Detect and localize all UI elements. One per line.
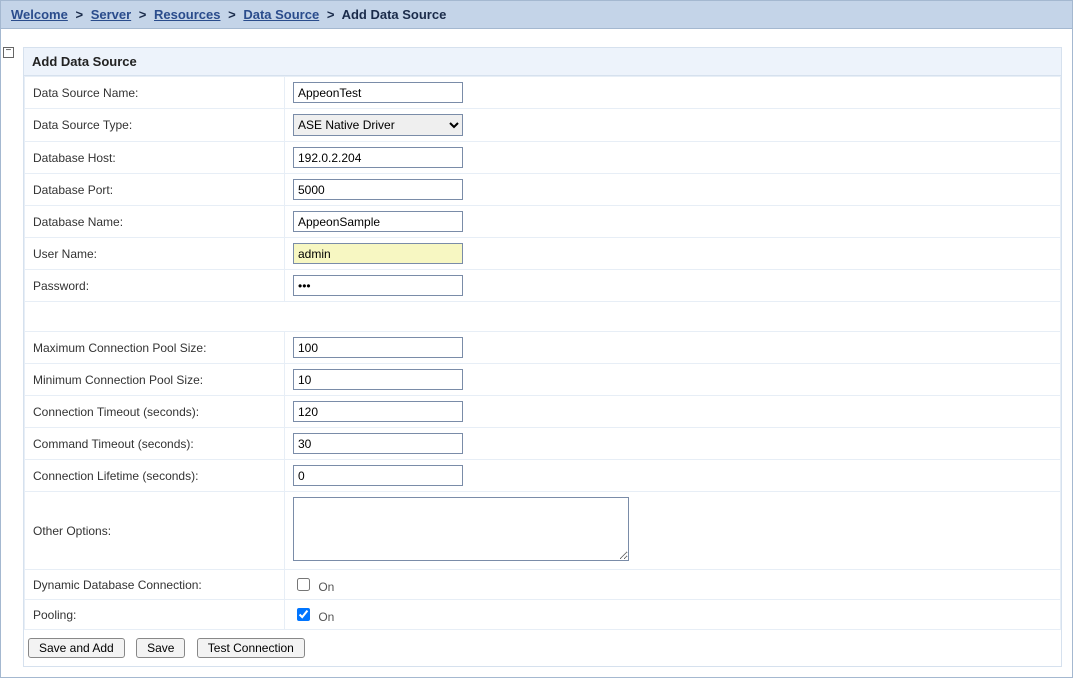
input-db-host[interactable] [293, 147, 463, 168]
breadcrumb-sep: > [135, 7, 151, 22]
label-db-port: Database Port: [25, 174, 285, 206]
label-pooling: Pooling: [25, 600, 285, 630]
breadcrumb-sep: > [323, 7, 339, 22]
checkbox-dyn-db[interactable] [297, 578, 310, 591]
input-password[interactable] [293, 275, 463, 296]
label-ds-name: Data Source Name: [25, 77, 285, 109]
select-ds-type[interactable]: ASE Native Driver [293, 114, 463, 136]
save-and-add-button[interactable]: Save and Add [28, 638, 125, 658]
checkbox-pooling[interactable] [297, 608, 310, 621]
breadcrumb-current: Add Data Source [342, 7, 447, 22]
panel-title: Add Data Source [24, 48, 1061, 76]
input-db-port[interactable] [293, 179, 463, 200]
breadcrumb-server[interactable]: Server [91, 7, 131, 22]
input-conn-timeout[interactable] [293, 401, 463, 422]
breadcrumb-sep: > [71, 7, 87, 22]
test-connection-button[interactable]: Test Connection [197, 638, 305, 658]
button-row: Save and Add Save Test Connection [24, 630, 1061, 666]
input-user-name[interactable] [293, 243, 463, 264]
breadcrumb-welcome[interactable]: Welcome [11, 7, 68, 22]
label-ds-type: Data Source Type: [25, 109, 285, 142]
checkbox-pooling-label: On [318, 610, 334, 624]
label-db-name: Database Name: [25, 206, 285, 238]
input-max-pool[interactable] [293, 337, 463, 358]
input-conn-lifetime[interactable] [293, 465, 463, 486]
input-cmd-timeout[interactable] [293, 433, 463, 454]
checkbox-dyn-db-label: On [318, 580, 334, 594]
input-db-name[interactable] [293, 211, 463, 232]
label-cmd-timeout: Command Timeout (seconds): [25, 428, 285, 460]
label-conn-lifetime: Connection Lifetime (seconds): [25, 460, 285, 492]
label-conn-timeout: Connection Timeout (seconds): [25, 396, 285, 428]
label-user-name: User Name: [25, 238, 285, 270]
input-ds-name[interactable] [293, 82, 463, 103]
label-max-pool: Maximum Connection Pool Size: [25, 332, 285, 364]
input-min-pool[interactable] [293, 369, 463, 390]
label-min-pool: Minimum Connection Pool Size: [25, 364, 285, 396]
breadcrumb: Welcome > Server > Resources > Data Sour… [1, 1, 1072, 29]
label-dyn-db: Dynamic Database Connection: [25, 570, 285, 600]
breadcrumb-sep: > [224, 7, 240, 22]
textarea-other-opts[interactable] [293, 497, 629, 561]
save-button[interactable]: Save [136, 638, 185, 658]
label-db-host: Database Host: [25, 142, 285, 174]
label-password: Password: [25, 270, 285, 302]
breadcrumb-data-source[interactable]: Data Source [243, 7, 319, 22]
add-data-source-panel: Add Data Source Data Source Name: Data S… [23, 47, 1062, 667]
breadcrumb-resources[interactable]: Resources [154, 7, 220, 22]
label-other-opts: Other Options: [25, 492, 285, 570]
collapse-icon[interactable]: − [3, 47, 14, 58]
